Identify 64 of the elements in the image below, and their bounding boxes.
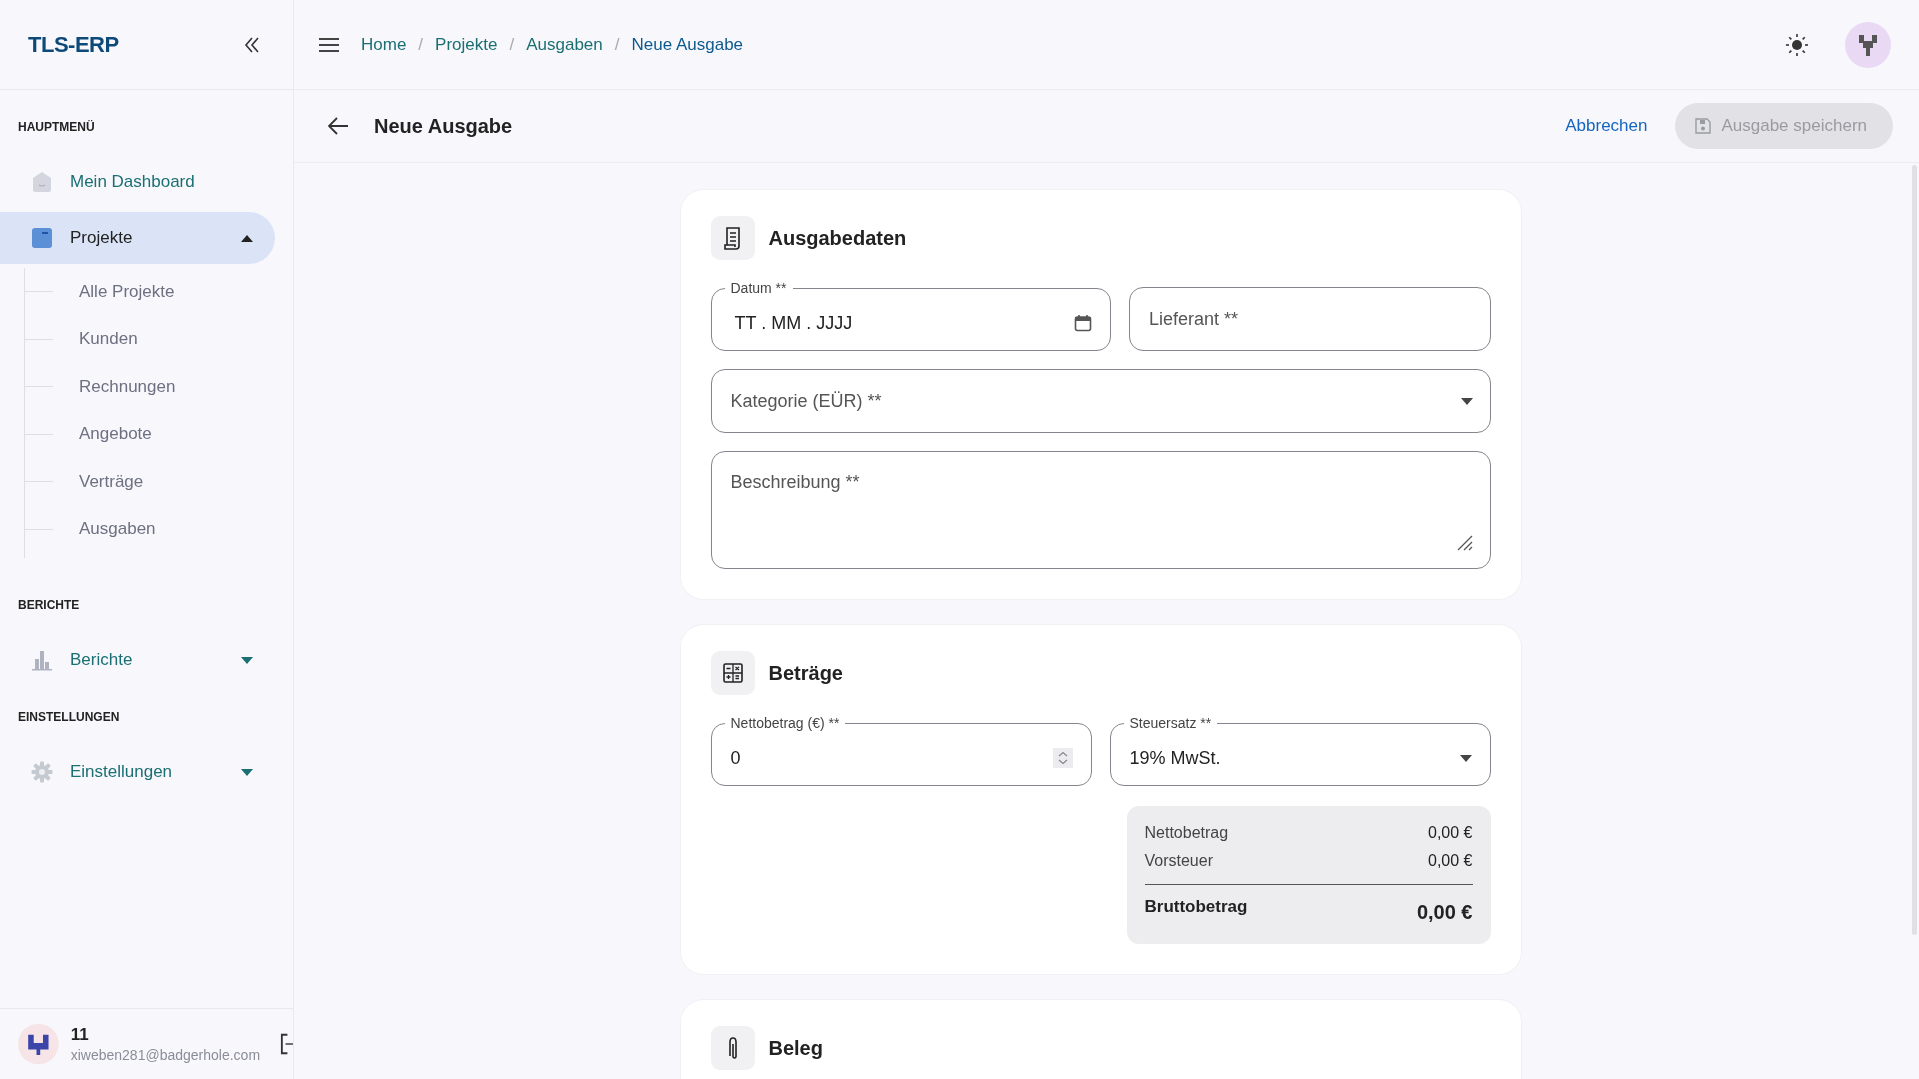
breadcrumb-separator: /: [418, 34, 424, 55]
back-arrow-icon[interactable]: [328, 117, 348, 135]
calculator-icon: [710, 651, 755, 695]
card-title: Beträge: [768, 661, 843, 685]
breadcrumb-link[interactable]: Ausgaben: [526, 34, 603, 55]
text-area[interactable]: Beschreibung **: [710, 451, 1491, 569]
breadcrumb-link[interactable]: Neue Ausgabe: [631, 34, 744, 55]
home-icon: [30, 170, 54, 194]
field-label: Steuersatz **: [1128, 715, 1213, 731]
cancel-button[interactable]: Abbrechen: [1553, 106, 1660, 146]
user-name: 11: [70, 1025, 90, 1045]
submenu-item[interactable]: Ausgaben: [79, 519, 156, 540]
field-label: Nettobetrag (€) **: [729, 715, 841, 731]
nav-item[interactable]: Berichte: [0, 634, 275, 686]
total-label: Bruttobetrag: [1144, 897, 1248, 917]
breadcrumb-link[interactable]: Projekte: [435, 34, 498, 55]
paperclip-icon: [710, 1026, 755, 1070]
page-title: Neue Ausgabe: [374, 114, 513, 138]
submenu-item[interactable]: Verträge: [79, 471, 144, 492]
summary-label: Vorsteuer: [1144, 852, 1213, 870]
folder-icon: [30, 226, 54, 250]
caret-icon: [1459, 754, 1472, 762]
receipt-icon: [710, 216, 755, 260]
date-field[interactable]: Datum ** TT . MM . JJJJ: [710, 280, 1111, 351]
stepper-icon[interactable]: [1052, 748, 1073, 768]
breadcrumb-separator: /: [509, 34, 515, 55]
caret-down-icon: [241, 768, 253, 776]
section-heading: EINSTELLUNGEN: [17, 710, 121, 724]
submenu-item[interactable]: Kunden: [79, 329, 138, 350]
user-avatar[interactable]: [1845, 21, 1891, 68]
nav-item[interactable]: Mein Dashboard: [0, 156, 275, 208]
summary-label: Nettobetrag: [1144, 824, 1229, 842]
submenu-item[interactable]: Alle Projekte: [79, 281, 175, 302]
nav-item[interactable]: Projekte: [0, 212, 275, 264]
gear-icon: [30, 760, 54, 784]
summary-value: 0,00 €: [1428, 852, 1473, 870]
user-avatar[interactable]: [18, 1022, 59, 1066]
select-field[interactable]: Steuersatz ** 19% MwSt.: [1109, 715, 1491, 786]
summary-value: 0,00 €: [1428, 824, 1473, 842]
caret-up-icon: [241, 234, 253, 242]
calendar-icon[interactable]: [1074, 314, 1092, 332]
bar-chart-icon: [30, 648, 54, 672]
caret-icon: [1460, 398, 1473, 405]
nav-item[interactable]: Einstellungen: [0, 746, 275, 798]
card-title: Ausgabedaten: [768, 226, 907, 250]
caret-down-icon: [241, 656, 253, 664]
card-title: Beleg: [768, 1036, 823, 1060]
section-heading: BERICHTE: [17, 598, 81, 612]
select-field[interactable]: Kategorie (EÜR) **: [710, 369, 1491, 433]
input-field[interactable]: Nettobetrag (€) ** 0: [710, 715, 1092, 786]
logout-icon[interactable]: [280, 1033, 293, 1055]
total-value: 0,00 €: [1416, 901, 1473, 924]
submenu-item[interactable]: Rechnungen: [79, 376, 176, 397]
breadcrumb-link[interactable]: Home: [361, 34, 407, 55]
section-heading: HAUPTMENÜ: [17, 120, 96, 134]
sun-icon[interactable]: [1785, 32, 1809, 57]
menu-icon[interactable]: [319, 36, 339, 53]
submenu-item[interactable]: Angebote: [79, 424, 152, 445]
save-icon: [1695, 118, 1712, 134]
app-logo: TLS-ERP: [28, 31, 119, 58]
field-label: Datum **: [729, 280, 788, 296]
breadcrumb-separator: /: [614, 34, 620, 55]
user-email: xiweben281@badgerhole.com: [70, 1047, 261, 1063]
input-field[interactable]: Lieferant **: [1129, 287, 1491, 351]
